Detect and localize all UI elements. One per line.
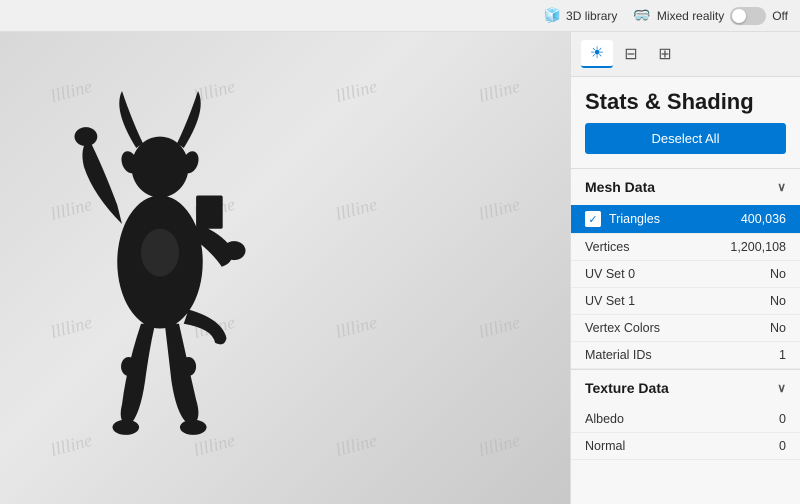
normal-value: 0 — [779, 439, 786, 453]
watermark-11: lllline — [272, 252, 440, 403]
triangles-label: Triangles — [609, 212, 660, 226]
texture-data-label: Texture Data — [585, 380, 669, 396]
albedo-row: Albedo 0 — [571, 406, 800, 433]
library-label: 3D library — [566, 9, 617, 23]
mixed-reality-toggle[interactable] — [730, 7, 766, 25]
normal-row: Normal 0 — [571, 433, 800, 460]
uv-set1-label: UV Set 1 — [585, 294, 635, 308]
uv-set0-label: UV Set 0 — [585, 267, 635, 281]
material-ids-value: 1 — [779, 348, 786, 362]
triangles-value: 400,036 — [741, 212, 786, 226]
tab-sun[interactable]: ☀ — [581, 40, 613, 68]
watermark-15: lllline — [272, 370, 440, 504]
deselect-all-button[interactable]: Deselect All — [585, 123, 786, 154]
watermark-7: lllline — [272, 134, 440, 285]
watermark-3: lllline — [272, 32, 440, 166]
mixed-reality-toggle-container: 🥽 Mixed reality Off — [633, 7, 788, 25]
vertices-value: 1,200,108 — [730, 240, 786, 254]
albedo-label: Albedo — [585, 412, 624, 426]
toggle-state-label: Off — [772, 9, 788, 23]
vertex-colors-value: No — [770, 321, 786, 335]
texture-data-header[interactable]: Texture Data ∨ — [571, 370, 800, 406]
triangles-label-group: ✓ Triangles — [585, 211, 660, 227]
vertices-label: Vertices — [585, 240, 629, 254]
watermark-16: lllline — [415, 370, 570, 504]
mesh-data-chevron: ∨ — [777, 180, 786, 194]
mesh-data-label: Mesh Data — [585, 179, 655, 195]
mixed-reality-label: Mixed reality — [657, 9, 724, 23]
vertex-colors-row: Vertex Colors No — [571, 315, 800, 342]
mesh-data-header[interactable]: Mesh Data ∨ — [571, 169, 800, 205]
watermark-8: lllline — [415, 134, 570, 285]
albedo-value: 0 — [779, 412, 786, 426]
toggle-knob — [732, 9, 746, 23]
triangles-row[interactable]: ✓ Triangles 400,036 — [571, 205, 800, 234]
viewport[interactable]: lllline lllline lllline lllline lllline … — [0, 32, 570, 504]
3d-library-item[interactable]: 🧊 3D library — [544, 7, 618, 24]
uv-set1-row: UV Set 1 No — [571, 288, 800, 315]
uv-set1-value: No — [770, 294, 786, 308]
texture-data-chevron: ∨ — [777, 381, 786, 395]
main-content: lllline lllline lllline lllline lllline … — [0, 32, 800, 504]
tab-grid[interactable]: ⊞ — [649, 40, 681, 68]
uv-set0-value: No — [770, 267, 786, 281]
model-silhouette — [60, 72, 260, 452]
panel-title: Stats & Shading — [571, 77, 800, 123]
topbar-items: 🧊 3D library 🥽 Mixed reality Off — [544, 7, 788, 25]
panel-tabs: ☀ ⊟ ⊞ — [571, 32, 800, 77]
right-panel: ☀ ⊟ ⊞ Stats & Shading Deselect All Mesh … — [570, 32, 800, 504]
normal-label: Normal — [585, 439, 625, 453]
tab-display[interactable]: ⊟ — [615, 40, 647, 68]
triangles-checkbox[interactable]: ✓ — [585, 211, 601, 227]
vertices-row: Vertices 1,200,108 — [571, 234, 800, 261]
watermark-4: lllline — [415, 32, 570, 166]
material-ids-row: Material IDs 1 — [571, 342, 800, 369]
material-ids-label: Material IDs — [585, 348, 652, 362]
vertex-colors-label: Vertex Colors — [585, 321, 660, 335]
library-icon: 🧊 — [544, 7, 561, 24]
watermark-12: lllline — [415, 252, 570, 403]
mesh-data-section: Mesh Data ∨ ✓ Triangles 400,036 Vertices… — [571, 168, 800, 369]
uv-set0-row: UV Set 0 No — [571, 261, 800, 288]
mixed-reality-icon: 🥽 — [633, 7, 650, 24]
topbar: 🧊 3D library 🥽 Mixed reality Off — [0, 0, 800, 32]
texture-data-section: Texture Data ∨ Albedo 0 Normal 0 — [571, 369, 800, 460]
